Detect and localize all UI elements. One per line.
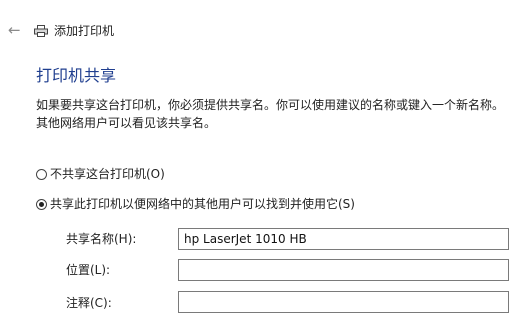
sharing-description: 如果要共享这台打印机，你必须提供共享名。你可以使用建议的名称或键入一个新名称。其… (36, 98, 505, 130)
comment-label: 注释(C): (66, 296, 112, 310)
share-name-input[interactable] (178, 228, 509, 250)
location-label: 位置(L): (66, 263, 111, 277)
location-input[interactable] (178, 259, 509, 281)
printer-icon (34, 25, 48, 37)
no-share-radio[interactable] (36, 168, 47, 180)
share-option[interactable]: 共享此打印机以便网络中的其他用户可以找到并使用它(S) (36, 196, 355, 212)
section-title: 打印机共享 (36, 66, 117, 85)
no-share-label: 不共享这台打印机(O) (50, 167, 165, 181)
back-arrow-icon[interactable]: ← (8, 22, 24, 38)
share-name-label: 共享名称(H): (66, 232, 137, 246)
no-share-option[interactable]: 不共享这台打印机(O) (36, 166, 165, 182)
share-label: 共享此打印机以便网络中的其他用户可以找到并使用它(S) (50, 197, 355, 211)
window-title: 添加打印机 (54, 24, 115, 38)
share-radio[interactable] (36, 198, 47, 210)
comment-input[interactable] (178, 291, 509, 313)
title-bar: ← 添加打印机 (0, 0, 526, 60)
